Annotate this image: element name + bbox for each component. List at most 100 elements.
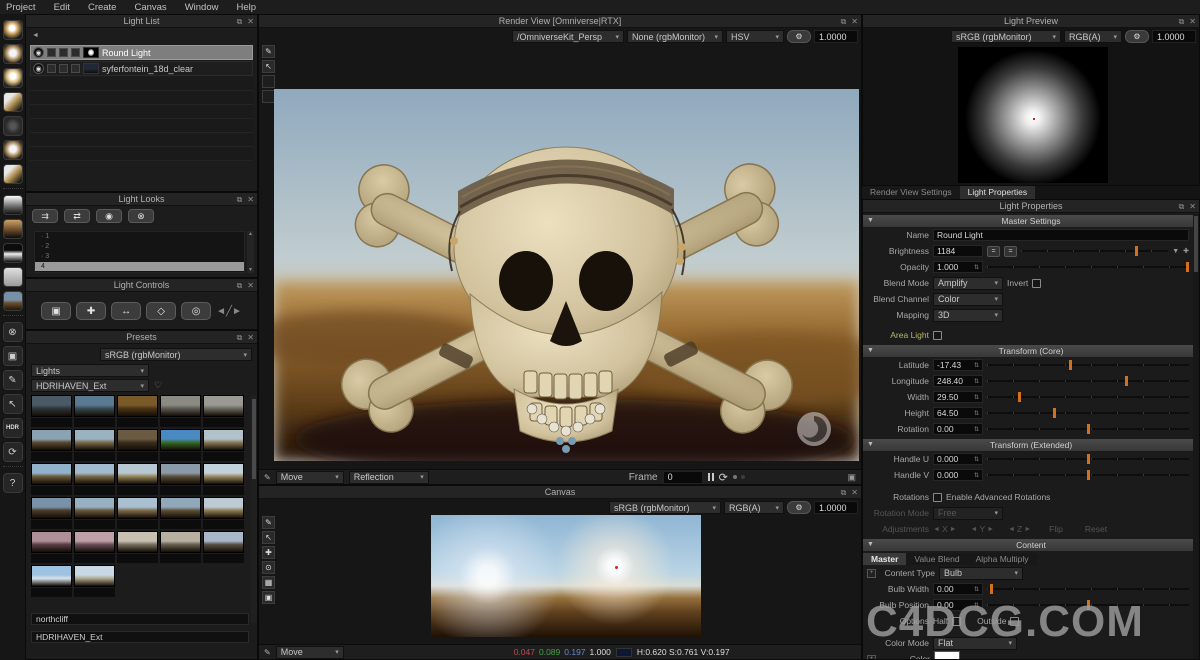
canvas-colorspace-dropdown[interactable]: sRGB (rgbMonitor) ▾	[609, 501, 721, 514]
zoom-tool-icon[interactable]: ⊙	[262, 561, 275, 574]
expand-box-icon[interactable]: +	[867, 654, 876, 659]
value-field[interactable]: 29.50 ⇅	[933, 391, 983, 403]
pick-arrow-icon[interactable]: ↖	[2, 394, 23, 414]
tab-master[interactable]: Master	[863, 553, 907, 565]
square-light-tool-icon[interactable]	[2, 44, 23, 64]
preset-thumbnail[interactable]	[203, 429, 244, 461]
value-field[interactable]: 0.00 ⇅	[933, 423, 983, 435]
preset-thumbnail[interactable]	[117, 429, 158, 461]
value-slider[interactable]	[987, 392, 1189, 402]
preset-thumbnail[interactable]	[160, 395, 201, 427]
menu-canvas[interactable]: Canvas	[134, 2, 166, 13]
control-slider-icon[interactable]: ◄╱►	[216, 306, 242, 317]
preset-thumbnail[interactable]	[160, 497, 201, 529]
looks-snapshot-icon[interactable]: ◉	[96, 209, 122, 223]
light-preview-header[interactable]: Light Preview ⧉ ✕	[863, 15, 1199, 28]
close-panel-icon[interactable]: ✕	[1189, 200, 1196, 213]
invert-checkbox[interactable]	[1032, 278, 1042, 288]
light-list-item[interactable]: ◉ Round Light	[30, 45, 253, 60]
round-light-tool-icon[interactable]	[2, 20, 23, 40]
light-position-marker[interactable]	[614, 566, 618, 570]
loop-icon[interactable]: ⟳	[719, 471, 728, 484]
preset-thumbnail[interactable]	[117, 531, 158, 563]
light-flag-icon[interactable]	[47, 64, 56, 73]
tab-render-view-settings[interactable]: Render View Settings	[862, 186, 960, 199]
control-target-icon[interactable]: ◎	[181, 302, 212, 320]
preview-channel-dropdown[interactable]: RGB(A) ▾	[1064, 30, 1122, 43]
camera-dropdown[interactable]: /OmniverseKit_Persp ▾	[512, 30, 624, 43]
close-panel-icon[interactable]: ✕	[1189, 15, 1196, 28]
preset-thumbnail[interactable]	[160, 429, 201, 461]
preset-thumbnail[interactable]	[74, 395, 115, 427]
render-tool-dropdown[interactable]: Move ▾	[275, 470, 344, 484]
preset-thumbnail[interactable]	[117, 463, 158, 495]
presets-colorspace-dropdown[interactable]: sRGB (rgbMonitor) ▾	[100, 348, 252, 361]
light-list-header[interactable]: Light List ⧉ ✕	[26, 15, 257, 28]
brush-tool-icon[interactable]: ✎	[262, 45, 275, 58]
brightness-slider[interactable]	[1021, 246, 1169, 256]
collapse-arrow-icon[interactable]: ◄	[32, 32, 39, 39]
value-field[interactable]: 0.00 ⇅	[933, 583, 983, 595]
section-collapse-icon[interactable]: ▼	[867, 439, 874, 451]
spinner-icon[interactable]: ⇅	[974, 472, 979, 479]
select-tool-icon[interactable]: ↖	[262, 60, 275, 73]
section-collapse-icon[interactable]: ▼	[867, 539, 874, 551]
spot-light-tool-icon[interactable]	[2, 140, 23, 160]
light-look-row[interactable]: 4	[35, 262, 244, 271]
exposure-gear-icon[interactable]: ⚙	[787, 501, 811, 514]
canvas-exposure-value[interactable]: 1.0000	[814, 501, 858, 514]
preset-thumbnail[interactable]	[31, 497, 72, 529]
properties-scrollbar[interactable]	[1193, 214, 1199, 659]
exposure-gear-icon[interactable]: ⚙	[787, 30, 811, 43]
pause-icon[interactable]	[707, 473, 714, 481]
advanced-rotations-checkbox[interactable]	[933, 492, 942, 502]
opacity-field[interactable]: 1.000 ⇅	[933, 261, 983, 273]
render-exposure-value[interactable]: 1.0000	[814, 30, 858, 43]
preset-thumbnail[interactable]	[31, 565, 72, 597]
spinner-icon[interactable]: ⇅	[974, 456, 979, 463]
panel-light-tool-icon[interactable]	[2, 92, 23, 112]
menu-create[interactable]: Create	[88, 2, 117, 13]
visibility-eye-icon[interactable]: ◉	[33, 63, 44, 74]
render-view-header[interactable]: Render View [Omniverse|RTX] ⧉ ✕	[259, 15, 861, 28]
preset-thumbnail[interactable]	[74, 497, 115, 529]
value-slider[interactable]	[987, 584, 1189, 594]
fit-view-icon[interactable]: ▣	[847, 472, 856, 483]
canvas-channel-dropdown[interactable]: RGB(A) ▾	[724, 501, 784, 514]
close-panel-icon[interactable]: ✕	[247, 15, 254, 28]
float-panel-icon[interactable]: ⧉	[237, 331, 243, 344]
render-mode-dropdown[interactable]: Reflection ▾	[348, 470, 429, 484]
gradient-light-tool-icon[interactable]	[2, 195, 23, 215]
color-swatch[interactable]	[934, 651, 960, 659]
spinner-icon[interactable]: ⇅	[974, 264, 979, 271]
preset-thumbnail[interactable]	[31, 531, 72, 563]
float-panel-icon[interactable]: ⧉	[1179, 200, 1185, 213]
float-panel-icon[interactable]: ⧉	[841, 15, 847, 28]
light-flag-icon[interactable]	[71, 48, 80, 57]
brush-tool-icon[interactable]: ✎	[262, 516, 275, 529]
looks-swap-icon[interactable]: ⇄	[64, 209, 90, 223]
tab-light-properties[interactable]: Light Properties	[959, 186, 1036, 199]
section-master-settings[interactable]: ▼ Master Settings	[863, 215, 1199, 227]
frame-input[interactable]: 0	[662, 470, 703, 484]
control-scale-icon[interactable]: ↔	[111, 302, 142, 320]
value-slider[interactable]	[987, 360, 1189, 370]
value-slider[interactable]	[987, 408, 1189, 418]
preview-exposure-value[interactable]: 1.0000	[1152, 30, 1196, 43]
brightness-decrement-icon[interactable]: =	[987, 245, 1000, 257]
hdr-refresh-icon[interactable]: ⟳	[2, 442, 23, 462]
looks-send-icon[interactable]: ⇉	[32, 209, 58, 223]
close-panel-icon[interactable]: ✕	[247, 193, 254, 206]
spinner-icon[interactable]: ⇅	[974, 586, 979, 593]
canvas-hdri-image[interactable]	[431, 515, 701, 637]
value-slider[interactable]	[987, 376, 1189, 386]
preset-thumbnail[interactable]	[31, 429, 72, 461]
exposure-gear-icon[interactable]: ⚙	[1125, 30, 1149, 43]
value-field[interactable]: 248.40 ⇅	[933, 375, 983, 387]
float-panel-icon[interactable]: ⧉	[237, 279, 243, 292]
presets-header[interactable]: Presets ⧉ ✕	[26, 331, 257, 344]
looks-delete-icon[interactable]: ⊗	[128, 209, 154, 223]
section-transform-extended[interactable]: ▼ Transform (Extended)	[863, 439, 1199, 451]
preset-thumbnail[interactable]	[74, 531, 115, 563]
light-properties-header[interactable]: Light Properties ⧉ ✕	[863, 200, 1199, 213]
